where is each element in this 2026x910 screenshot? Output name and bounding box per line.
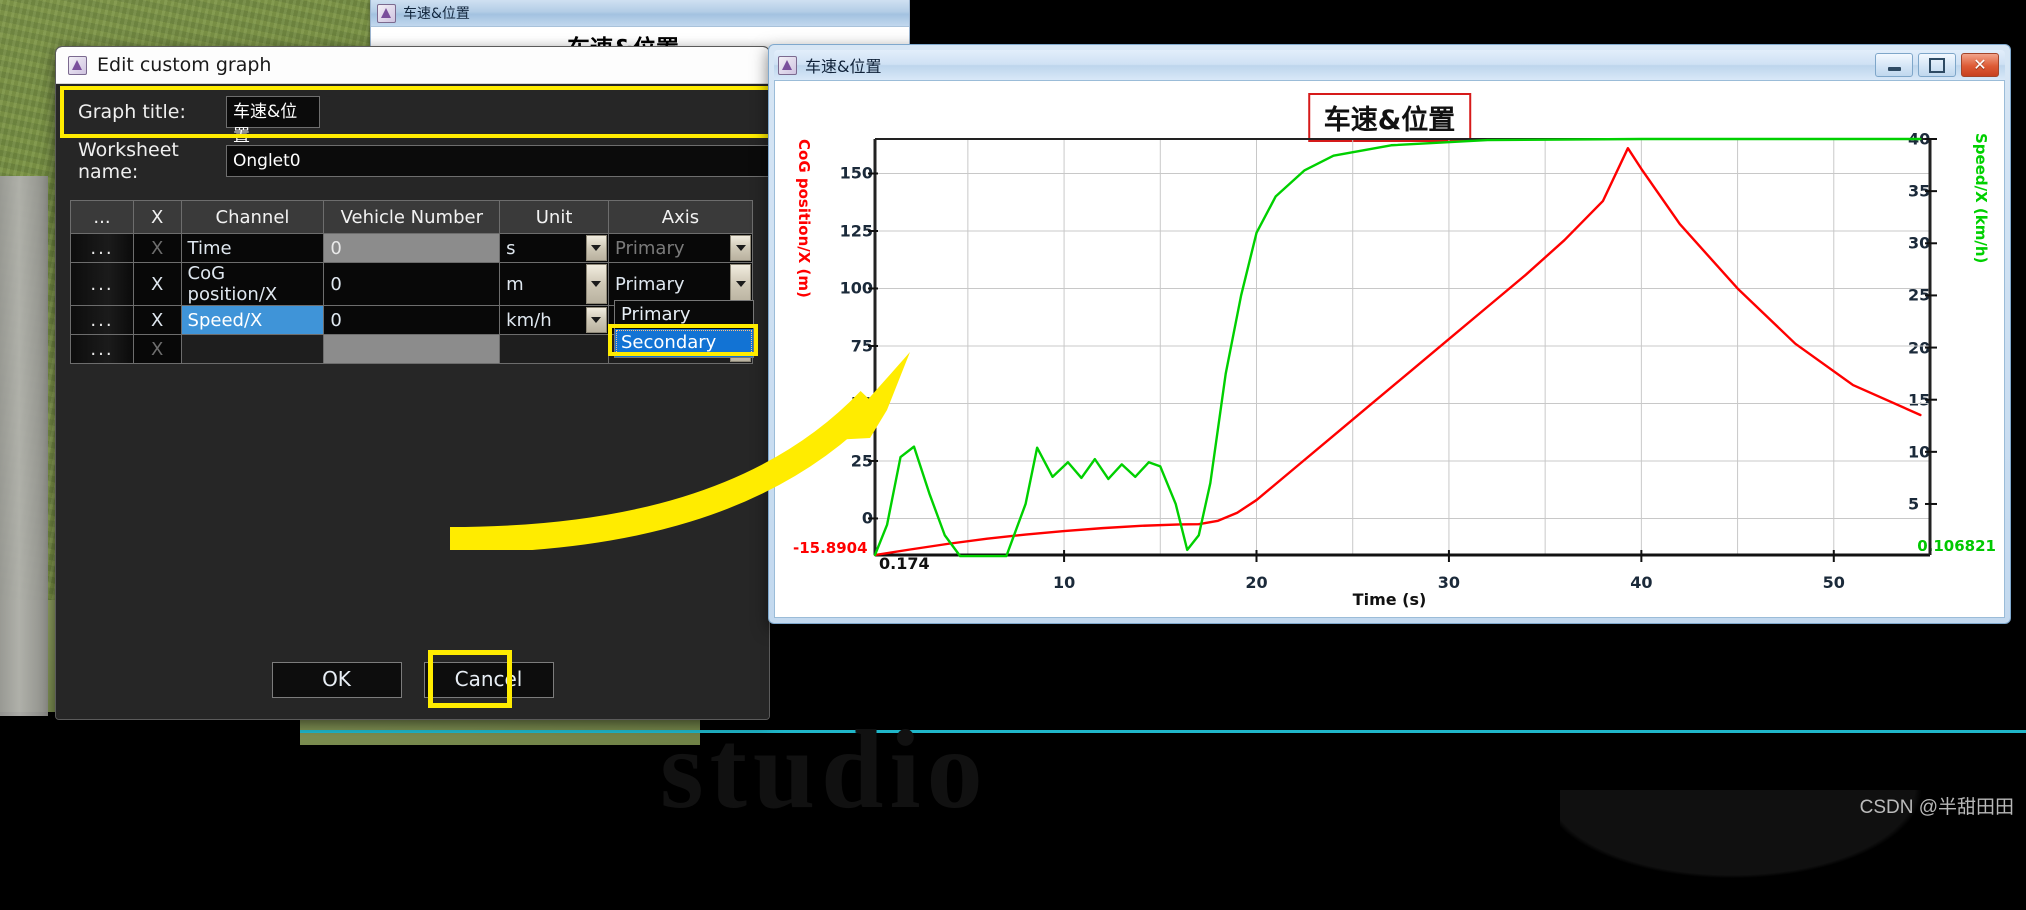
ok-button[interactable]: OK <box>271 662 402 698</box>
row-dots-button[interactable]: ... <box>70 305 134 335</box>
row-unit-value: m <box>506 273 524 295</box>
row-x-toggle[interactable]: X <box>132 305 182 335</box>
row-channel-cell[interactable]: CoG position/X <box>180 262 325 306</box>
chart-window[interactable]: 车速&位置 ✕ 车速&位置 CoG position/X (m) Speed/X… <box>768 44 2011 624</box>
row-unit-select[interactable]: s <box>499 233 609 263</box>
axis-dropdown-list[interactable]: Primary Secondary <box>614 300 754 358</box>
col-header-dots[interactable]: ... <box>70 200 134 234</box>
worksheet-name-label: Worksheet name: <box>78 139 179 183</box>
row-vehicle-number-cell[interactable]: 0 <box>323 233 501 263</box>
row-vehicle-number-cell[interactable]: 0 <box>323 305 501 335</box>
graph-title-row: Graph title: 车速&位置 <box>60 86 769 146</box>
chart-app-icon <box>377 3 396 23</box>
col-header-x[interactable]: X <box>132 200 182 234</box>
chart-plot-area <box>868 137 1937 562</box>
worksheet-name-input[interactable]: Onglet0 <box>226 145 769 177</box>
cancel-button[interactable]: Cancel <box>423 662 554 698</box>
row-unit-select[interactable] <box>499 334 609 364</box>
table-header-row: ... X Channel Vehicle Number Unit Axis <box>70 200 754 234</box>
dialog-title: Edit custom graph <box>97 54 272 76</box>
game-road <box>0 176 48 716</box>
row-x-toggle[interactable]: X <box>132 334 182 364</box>
minimize-icon[interactable] <box>1875 53 1913 77</box>
axis-option-primary[interactable]: Primary <box>615 301 753 329</box>
row-axis-select[interactable]: Primary <box>607 233 754 263</box>
chart-app-icon <box>778 55 797 75</box>
chevron-down-icon[interactable] <box>730 264 751 304</box>
chevron-down-icon[interactable] <box>585 264 607 304</box>
studio-watermark: studio <box>660 708 989 832</box>
maximize-icon[interactable] <box>1918 53 1956 77</box>
graph-title-label: Graph title: <box>78 101 186 123</box>
row-dots-button[interactable]: ... <box>70 334 134 364</box>
chart-window-titlebar: 车速&位置 ✕ <box>774 50 2005 80</box>
dialog-titlebar: Edit custom graph <box>56 47 769 84</box>
col-header-vehicle-number[interactable]: Vehicle Number <box>323 200 501 234</box>
row-x-toggle[interactable]: X <box>132 262 182 306</box>
chevron-down-icon[interactable] <box>585 235 607 261</box>
axis-option-secondary[interactable]: Secondary <box>615 329 753 357</box>
row-vehicle-number-cell[interactable]: 0 <box>323 262 501 306</box>
row-x-toggle[interactable]: X <box>132 233 182 263</box>
chart-app-icon <box>68 55 87 75</box>
row-axis-value: Primary <box>614 237 685 259</box>
background-window-title: 车速&位置 <box>403 6 470 22</box>
dialog-body: Graph title: 车速&位置 Worksheet name: Ongle… <box>56 84 769 719</box>
chevron-down-icon[interactable] <box>730 235 751 261</box>
background-window-titlebar: 车速&位置 <box>371 0 909 27</box>
chart-window-title: 车速&位置 <box>805 57 882 76</box>
window-controls: ✕ <box>1875 53 2001 77</box>
row-dots-button[interactable]: ... <box>70 233 134 263</box>
row-unit-select[interactable]: m <box>499 262 609 306</box>
close-icon[interactable]: ✕ <box>1961 53 1999 77</box>
table-row[interactable]: ... X Time 0 s Primary <box>70 233 754 263</box>
chart-canvas: 车速&位置 CoG position/X (m) Speed/X (km/h) … <box>774 80 2005 618</box>
row-dots-button[interactable]: ... <box>70 262 134 306</box>
col-header-unit[interactable]: Unit <box>499 200 609 234</box>
row-channel-cell-selected[interactable]: Speed/X <box>180 305 325 335</box>
worksheet-name-row: Worksheet name: Onglet0 <box>64 139 769 183</box>
row-unit-select[interactable]: km/h <box>499 305 609 335</box>
row-unit-value: s <box>506 237 516 259</box>
row-unit-value: km/h <box>506 309 552 331</box>
row-axis-value: Primary <box>614 273 685 295</box>
row-channel-cell[interactable]: Time <box>180 233 325 263</box>
taskbar-divider <box>300 730 2026 733</box>
col-header-channel[interactable]: Channel <box>180 200 325 234</box>
chevron-down-icon[interactable] <box>585 307 607 333</box>
graph-title-input[interactable]: 车速&位置 <box>226 96 320 146</box>
row-channel-cell[interactable] <box>180 334 325 364</box>
row-vehicle-number-cell[interactable] <box>323 334 501 364</box>
csdn-watermark: CSDN @半甜田田 <box>1859 797 2014 818</box>
col-header-axis[interactable]: Axis <box>607 200 754 234</box>
dialog-button-row: OK Cancel <box>56 662 769 698</box>
edit-custom-graph-dialog[interactable]: Edit custom graph Graph title: 车速&位置 Wor… <box>55 46 770 720</box>
